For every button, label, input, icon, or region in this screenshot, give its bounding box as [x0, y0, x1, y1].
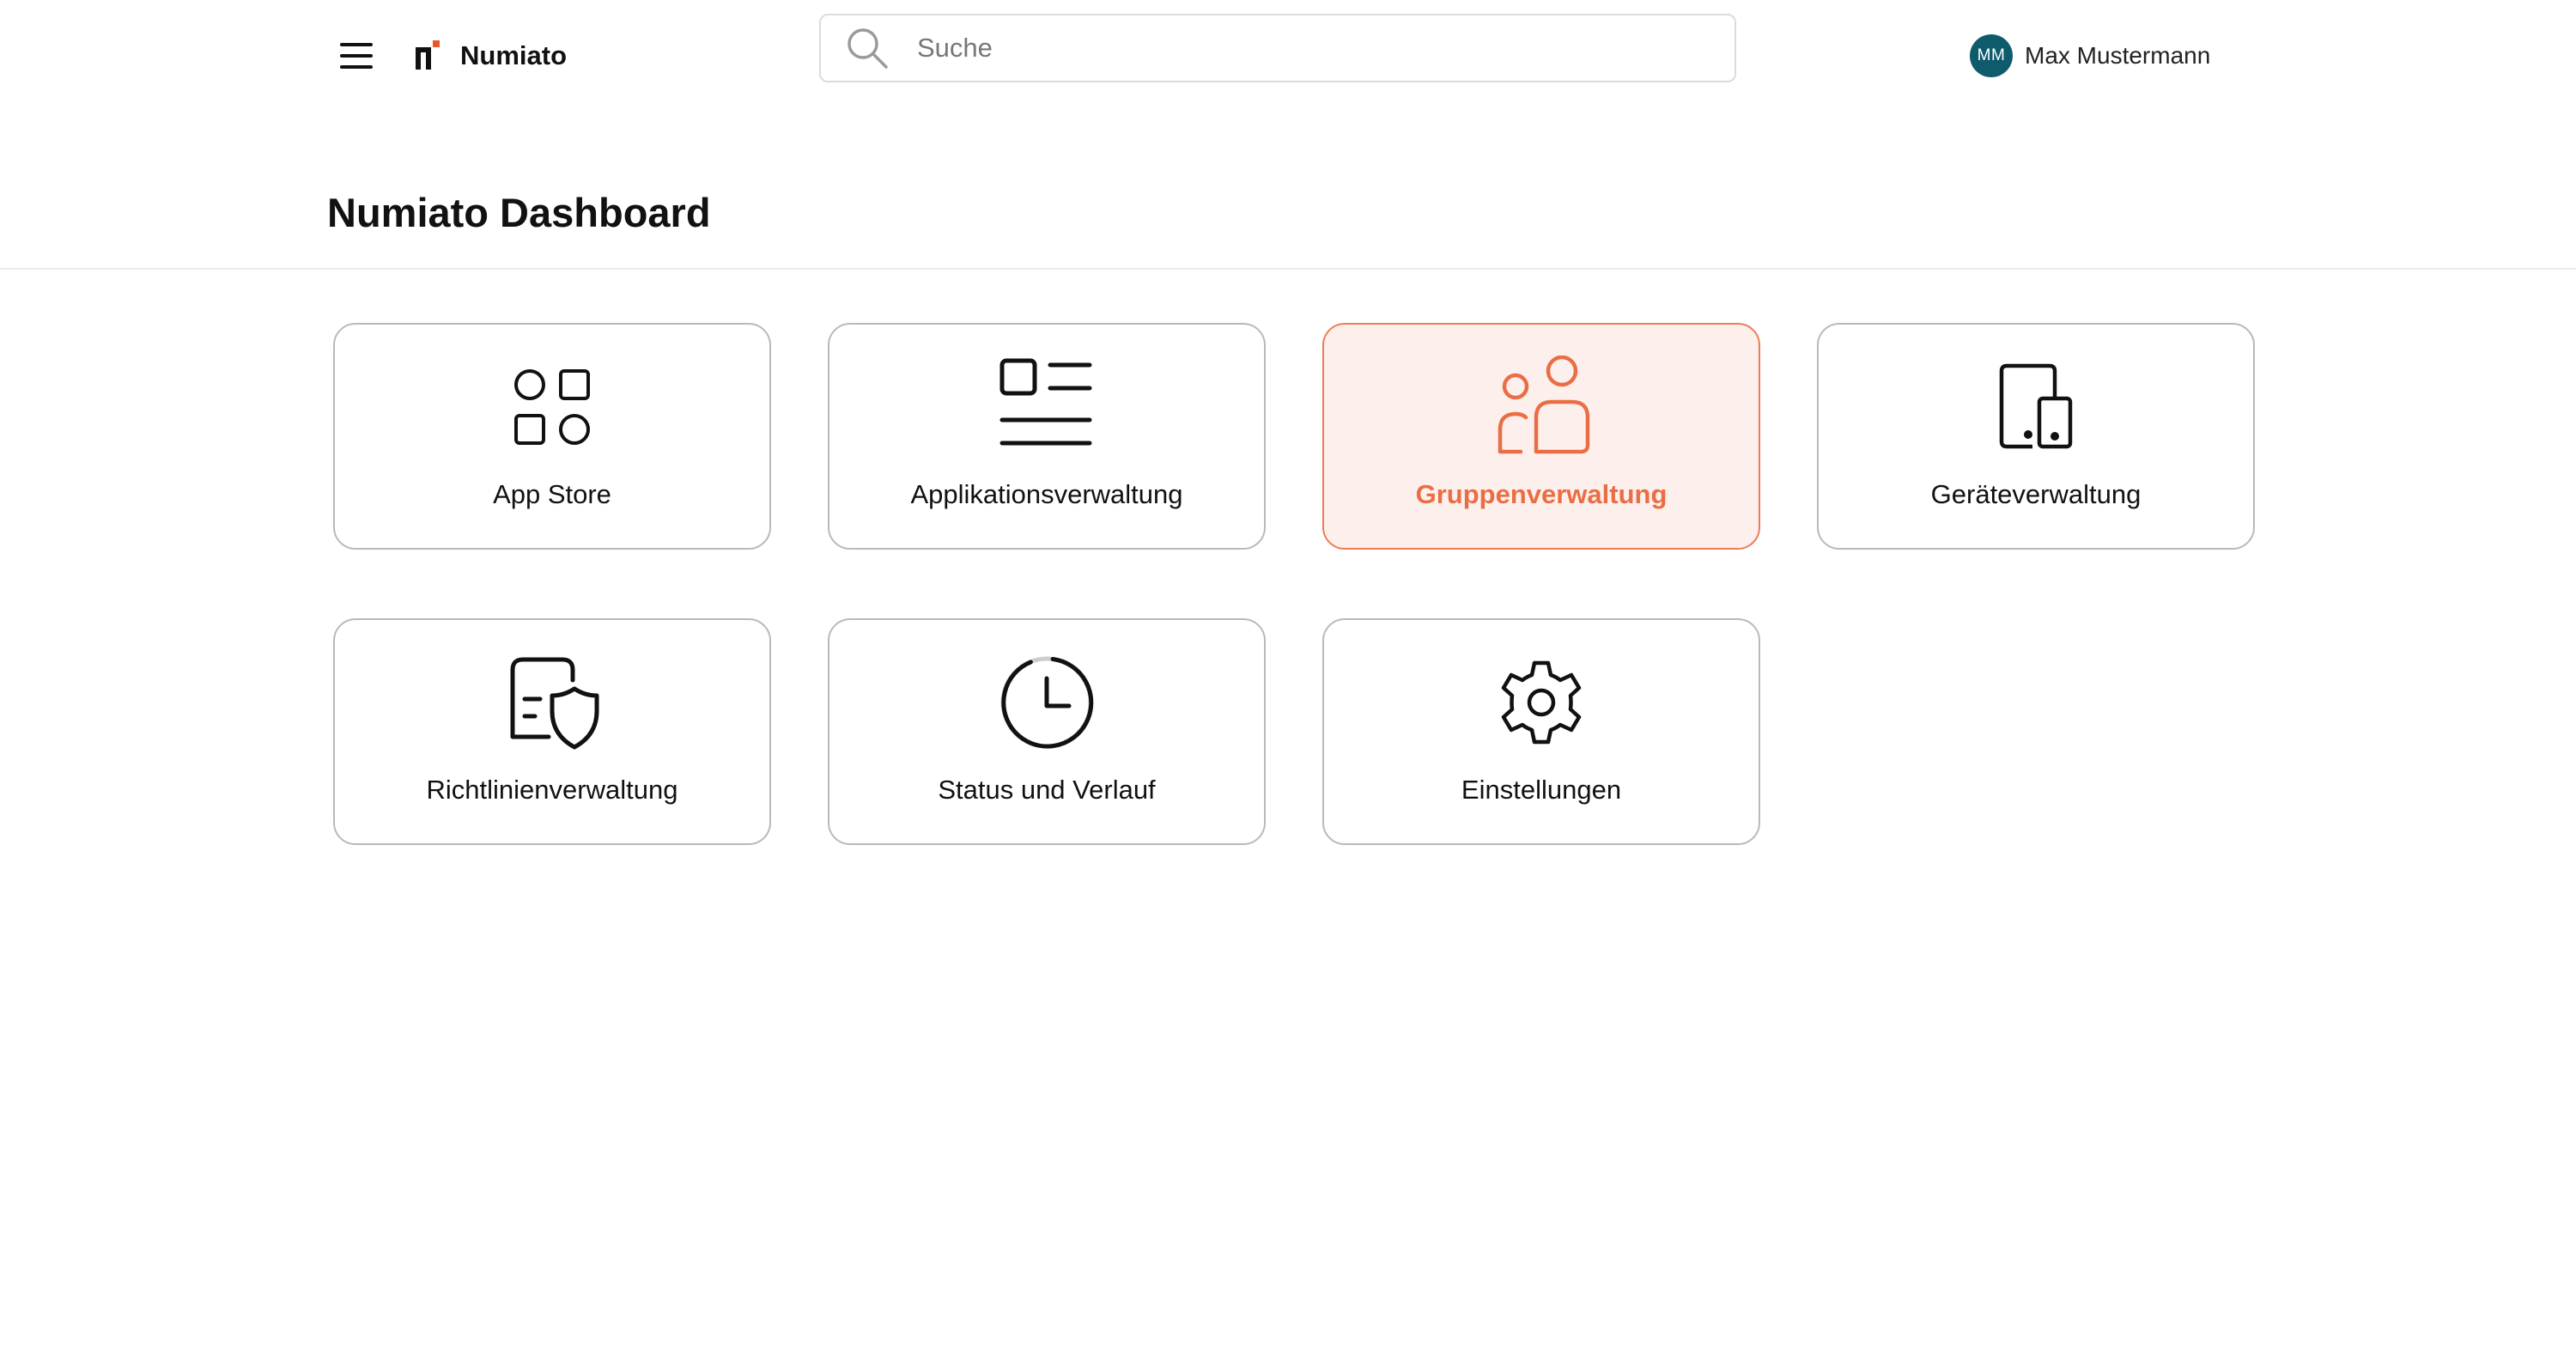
tile-app-store[interactable]: App Store: [333, 323, 771, 550]
user-name: Max Mustermann: [2025, 42, 2211, 69]
gear-icon: [1501, 660, 1582, 745]
search-box: [819, 14, 1736, 82]
tile-richtlinienverwaltung[interactable]: Richtlinienverwaltung: [333, 618, 771, 845]
user-menu[interactable]: MM Max Mustermann: [1970, 34, 2210, 77]
tile-einstellungen[interactable]: Einstellungen: [1322, 618, 1760, 845]
brand-home-link[interactable]: Numiato: [414, 36, 567, 76]
people-icon: [1498, 356, 1590, 454]
tile-label: Gruppenverwaltung: [1415, 479, 1668, 509]
tile-label: App Store: [493, 479, 611, 509]
tile-geraeteverwaltung[interactable]: Geräteverwaltung: [1817, 323, 2255, 550]
hamburger-menu-icon[interactable]: [340, 36, 380, 76]
search-icon: [848, 28, 888, 69]
list-icon: [999, 358, 1092, 446]
page-title: Numiato Dashboard: [327, 190, 711, 235]
tile-status-und-verlauf[interactable]: Status und Verlauf: [828, 618, 1266, 845]
clock-history-icon: [1000, 656, 1094, 749]
brand-name: Numiato: [460, 40, 567, 70]
header-divider: [0, 268, 2576, 270]
apps-grid-icon: [514, 369, 590, 445]
tile-label: Richtlinienverwaltung: [426, 775, 678, 805]
search-input[interactable]: [915, 22, 1688, 74]
tile-gruppenverwaltung[interactable]: Gruppenverwaltung: [1322, 323, 1760, 550]
tile-label: Geräteverwaltung: [1930, 479, 2142, 509]
top-bar: Numiato MM Max Mustermann: [0, 0, 2576, 112]
tile-applikationsverwaltung[interactable]: Applikationsverwaltung: [828, 323, 1266, 550]
tile-label: Status und Verlauf: [938, 775, 1156, 805]
tile-label: Applikationsverwaltung: [910, 479, 1183, 509]
numiato-logo-icon: [416, 40, 440, 70]
tile-label: Einstellungen: [1461, 775, 1622, 805]
avatar: MM: [1970, 34, 2013, 77]
policy-shield-icon: [510, 657, 599, 750]
devices-icon: [1999, 363, 2073, 449]
